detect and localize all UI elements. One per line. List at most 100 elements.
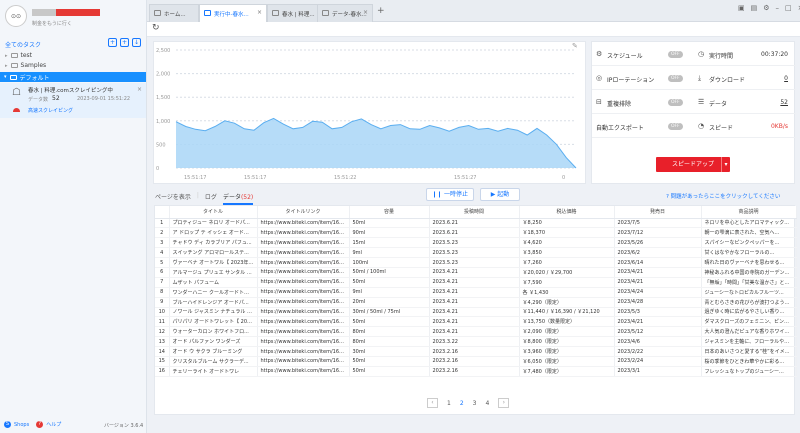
next-page-button[interactable]: ›	[498, 398, 510, 408]
add-tab-icon[interactable]: +	[377, 6, 385, 16]
table-cell: 15ml	[349, 237, 430, 249]
table-row[interactable]: 1 プロティジュー ネロリ オードパ... https://www.biteki.c…	[155, 218, 797, 229]
help-link[interactable]: ? 問題があったらここをクリックしてください	[666, 192, 780, 200]
table-row[interactable]: 9 ブルーハイドレンジア オードパ... https://www.biteki.co…	[155, 297, 797, 308]
column-header[interactable]: 容量	[349, 206, 430, 219]
column-header[interactable]: 商品説明	[701, 206, 797, 219]
table-cell: 2	[155, 227, 170, 239]
table-row[interactable]: 12 ウォーターカロン ホワイトフロ... https://www.biteki.c…	[155, 326, 797, 338]
stat-auto-export: 自動エクスポート OFF	[592, 114, 694, 138]
chevron-down-icon[interactable]: ▾	[721, 157, 730, 172]
close-tab-icon[interactable]: ×	[257, 9, 262, 16]
column-header[interactable]: 投稿時間	[429, 206, 520, 219]
table-row[interactable]: 3 チャドウ ディ カラブリア パフュ... https://www.biteki.…	[155, 237, 797, 249]
table-row[interactable]: 10 ノワール ジャスミン ナチュラル オー... https://www.bite…	[155, 307, 797, 318]
table-cell: https://www.biteki.com/item/1636576	[257, 366, 350, 377]
y-tick-label: 2,500	[156, 48, 170, 54]
page-1[interactable]: 1	[447, 400, 451, 407]
tab-data-view[interactable]: データ(52)	[222, 192, 254, 205]
group-samples[interactable]: ▸ Samples	[5, 62, 46, 69]
help-link[interactable]: ヘルプ	[46, 421, 61, 428]
schedule-toggle[interactable]: OFF	[668, 51, 683, 58]
table-cell: 「無垢」「時間」「甘美な温かさ」と...	[701, 277, 797, 288]
column-header[interactable]: タイトルリンク	[257, 206, 350, 219]
column-header[interactable]	[155, 206, 170, 219]
page-2[interactable]: 2	[460, 400, 464, 407]
chevron-down-icon: ▾	[4, 74, 7, 80]
task-count-label: データ数	[28, 97, 49, 103]
tab-running[interactable]: 実行中-春水... ×	[199, 4, 267, 22]
table-cell: 16	[155, 366, 170, 377]
pause-button[interactable]: ❙❙ 一時停止	[426, 188, 474, 201]
tab-page-view[interactable]: ページを表示	[155, 192, 191, 205]
table-cell: 神秘あふれる中国の寺院のガーデン...	[701, 267, 797, 278]
add-folder-icon[interactable]: +	[120, 38, 129, 47]
x-tick-label: 0	[562, 175, 565, 181]
table-cell: https://www.biteki.com/item/1670987	[257, 237, 350, 249]
close-icon[interactable]: ×	[137, 86, 142, 93]
all-tasks-header[interactable]: 全てのタスク	[5, 40, 41, 49]
table-cell: 3	[155, 237, 170, 249]
table-row[interactable]: 11 パリパリ オードトワレット【 202... https://www.bitek…	[155, 316, 797, 328]
speed-up-button[interactable]: スピードアップ ▾	[656, 157, 730, 172]
table-row[interactable]: 15 クリスタルブルーム サクラーディオ... https://www.biteki…	[155, 356, 797, 367]
notebook-icon[interactable]: ▤	[751, 4, 758, 12]
gift-icon[interactable]: ▣	[738, 4, 745, 12]
table-cell: 11	[155, 316, 170, 328]
tab-home[interactable]: ホーム...	[149, 4, 199, 22]
stat-ip-rotation: ◎ IPローテーション OFF	[592, 66, 694, 90]
table-row[interactable]: 13 オード パルファン ワンダーズ https://www.biteki.com/…	[155, 336, 797, 348]
column-header[interactable]: 発売日	[614, 206, 702, 219]
table-row[interactable]: 6 アルマージュ プリュエ サンタル ダン... https://www.bitek…	[155, 267, 797, 278]
task-card[interactable]: ☖ 春水 | 料理.comスクレイピング中 × データ数 52 2023-09-…	[0, 83, 146, 118]
group-test[interactable]: ▸ test	[5, 52, 32, 59]
table-cell: 過ぎゆく時に広がるやさしい香り...	[701, 307, 797, 318]
table-row[interactable]: 8 ワンダーハニー クールオードトワ... https://www.biteki.c…	[155, 287, 797, 298]
x-tick-label: 15:51:17	[184, 175, 206, 181]
tab-data[interactable]: データ-春水... ×	[317, 4, 373, 22]
table-row[interactable]: 14 オード ウ サクラ ブルーミング https://www.biteki.com…	[155, 346, 797, 357]
table-cell: 10	[155, 307, 170, 318]
table-row[interactable]: 5 ヴァーベナ オートワル【 2023年6... https://www.bitek…	[155, 257, 797, 268]
table-cell: 甘くはなやかなフローラルの...	[701, 247, 797, 259]
table-cell: ウォーターカロン ホワイトフロ...	[169, 326, 258, 338]
table-row[interactable]: 7 ムザット パフューム https://www.biteki.com/item/1…	[155, 277, 797, 288]
speed-chart-svg: 2,500 2,000 1,500 1,000 500 0 15:51:17 15:51:17…	[156, 48, 577, 181]
refresh-icon[interactable]: ↻	[152, 23, 160, 33]
y-tick-label: 1,500	[156, 95, 170, 101]
ip-toggle[interactable]: OFF	[668, 75, 683, 82]
page-4[interactable]: 4	[485, 400, 489, 407]
table-cell: 80ml	[349, 336, 430, 348]
table-cell: https://www.biteki.com/item/1659149	[257, 287, 350, 298]
add-task-icon[interactable]: +	[108, 38, 117, 47]
dedupe-toggle[interactable]: OFF	[668, 99, 683, 106]
table-cell: 2023.4.21	[429, 277, 520, 288]
group-default[interactable]: ▾ デフォルト	[0, 72, 146, 82]
table-cell: 2023.4.21	[429, 307, 520, 318]
gear-icon[interactable]: ⚙	[763, 4, 769, 12]
shops-link[interactable]: Shops	[14, 422, 29, 428]
table-cell: 2023/3/1	[614, 366, 702, 377]
table-cell: ネロリを中心としたアロマティック...	[701, 218, 797, 229]
table-cell: 2023/4/24	[614, 287, 702, 298]
page-3[interactable]: 3	[473, 400, 477, 407]
prev-page-button[interactable]: ‹	[427, 398, 438, 408]
upgrade-link[interactable]: 制金をもうに行く	[32, 20, 72, 27]
table-row[interactable]: 4 スイッチング アロマロールステ... https://www.biteki.co…	[155, 247, 797, 259]
column-header[interactable]: 税込価格	[519, 206, 615, 219]
close-tab-icon[interactable]: ×	[363, 9, 368, 16]
edit-icon[interactable]: ✎	[572, 42, 578, 50]
task-date: 2023-09-01 15:51:22	[77, 96, 131, 102]
table-row[interactable]: 2ア ドロップ テ イッシェ オードパ... https://www.biteki…	[155, 227, 797, 239]
minimize-icon[interactable]: –	[776, 4, 780, 12]
export-toggle[interactable]: OFF	[668, 123, 683, 130]
table-cell: 2023.3.22	[429, 336, 520, 348]
tab-log[interactable]: ログ	[205, 192, 217, 205]
start-button[interactable]: ▶ 起動	[480, 188, 520, 201]
table-row[interactable]: 16 チェリーライト オードトワレ https://www.biteki.com/i…	[155, 366, 797, 377]
table-cell: 8	[155, 287, 170, 298]
column-header[interactable]: タイトル	[169, 206, 258, 219]
maximize-icon[interactable]: □	[785, 4, 792, 12]
import-icon[interactable]: ↓	[132, 38, 141, 47]
table-cell: ジャスミンを主軸に、フローラルやフ...	[701, 336, 797, 348]
